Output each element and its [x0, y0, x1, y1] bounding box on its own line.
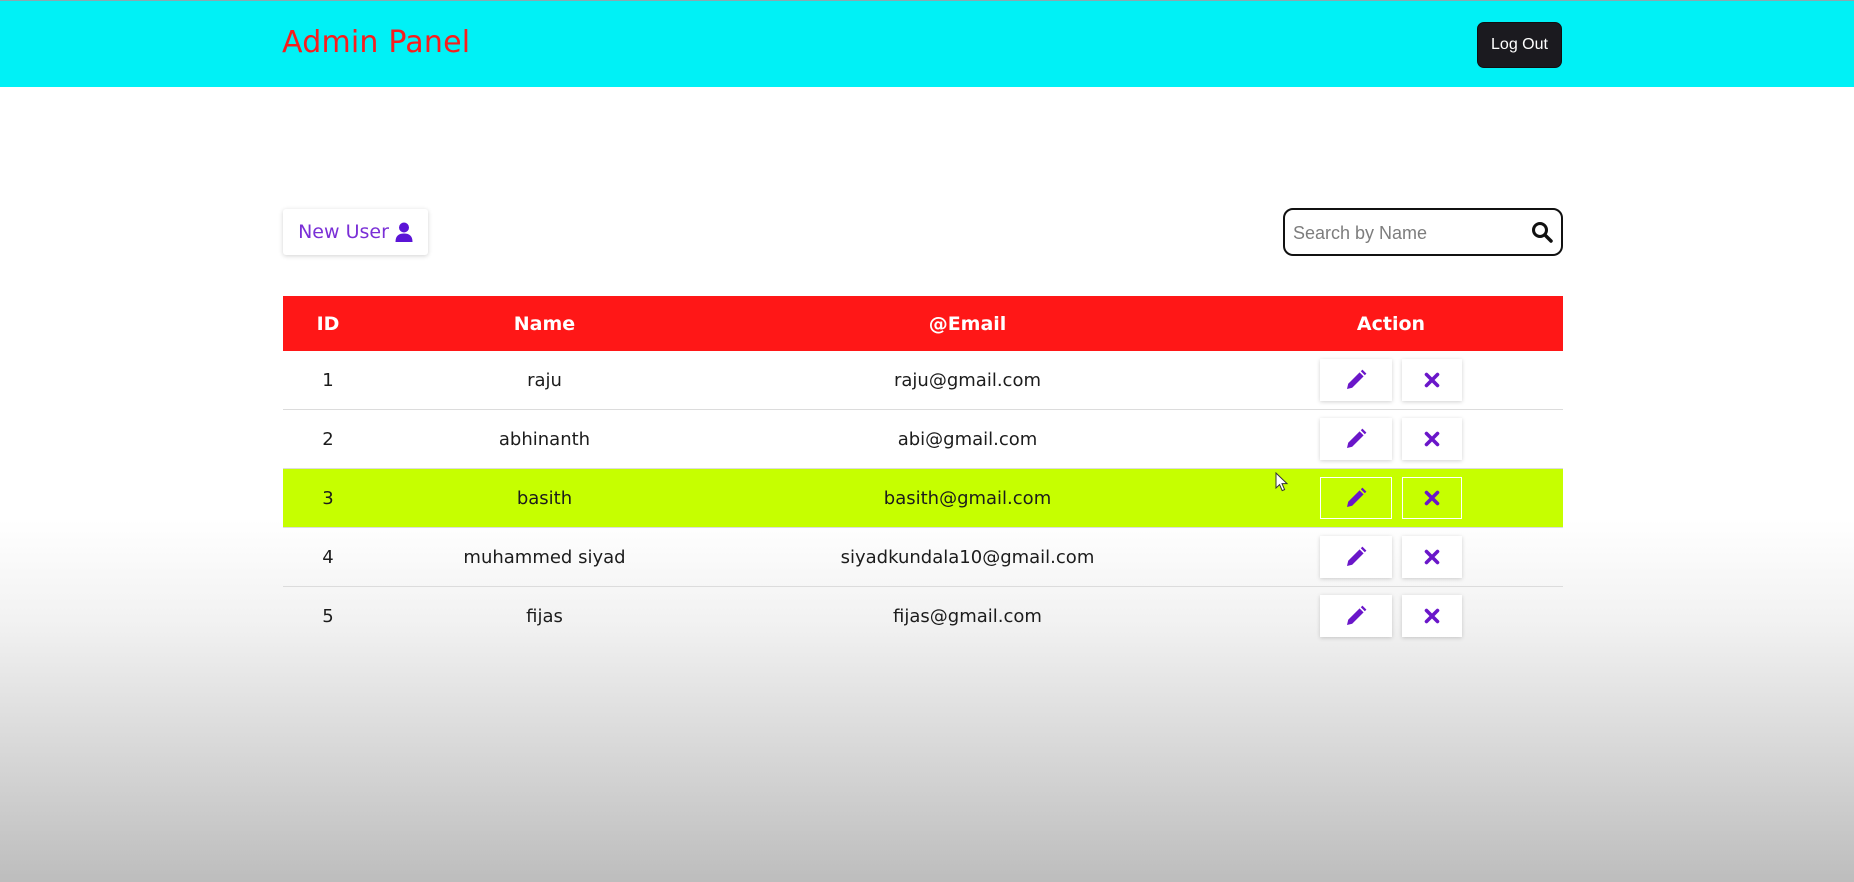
- close-icon: [1424, 372, 1440, 388]
- edit-button[interactable]: [1320, 477, 1392, 519]
- brand-title: Admin Panel: [282, 25, 471, 60]
- table-row: 2 abhinanth abi@gmail.com: [283, 409, 1563, 469]
- pencil-icon: [1347, 369, 1367, 389]
- delete-button[interactable]: [1402, 477, 1462, 519]
- cell-email: basith@gmail.com: [716, 468, 1219, 528]
- pencil-icon: [1347, 605, 1367, 625]
- delete-button[interactable]: [1402, 595, 1462, 637]
- cell-name: raju: [373, 351, 716, 410]
- edit-button[interactable]: [1320, 418, 1392, 460]
- table-row: 1 raju raju@gmail.com: [283, 351, 1563, 410]
- cell-id: 3: [283, 468, 373, 528]
- cell-email: raju@gmail.com: [716, 351, 1219, 410]
- close-icon: [1424, 549, 1440, 565]
- table-row: 3 basith basith@gmail.com: [283, 468, 1563, 528]
- column-header-action: Action: [1356, 312, 1426, 335]
- column-header-email: @Email: [928, 312, 1007, 335]
- column-header-id: ID: [316, 312, 340, 335]
- cell-actions: [1219, 409, 1563, 469]
- column-header-name: Name: [513, 312, 576, 335]
- edit-button[interactable]: [1320, 359, 1392, 401]
- cell-actions: [1219, 527, 1563, 587]
- search-icon[interactable]: [1531, 221, 1553, 243]
- cell-id: 2: [283, 409, 373, 469]
- close-icon: [1424, 431, 1440, 447]
- cell-actions: [1219, 351, 1563, 410]
- cell-email: siyadkundala10@gmail.com: [716, 527, 1219, 587]
- delete-button[interactable]: [1402, 418, 1462, 460]
- close-icon: [1424, 608, 1440, 624]
- edit-button[interactable]: [1320, 536, 1392, 578]
- cell-name: abhinanth: [373, 409, 716, 469]
- delete-button[interactable]: [1402, 359, 1462, 401]
- cell-actions: [1219, 587, 1563, 646]
- pencil-icon: [1347, 487, 1367, 507]
- cell-actions: [1219, 468, 1563, 528]
- table-row: 5 fijas fijas@gmail.com: [283, 587, 1563, 646]
- new-user-button[interactable]: New User: [283, 209, 428, 255]
- search-input[interactable]: [1291, 210, 1525, 256]
- cell-name: fijas: [526, 605, 563, 627]
- mouse-cursor-icon: [1275, 472, 1289, 492]
- users-table: ID Name @Email Action 1 raju raju@gmail.…: [283, 296, 1563, 645]
- delete-button[interactable]: [1402, 536, 1462, 578]
- pencil-icon: [1347, 546, 1367, 566]
- cell-email: fijas@gmail.com: [893, 605, 1042, 627]
- cell-name: basith: [373, 468, 716, 528]
- pencil-icon: [1347, 428, 1367, 448]
- table-row: 4 muhammed siyad siyadkundala10@gmail.co…: [283, 527, 1563, 587]
- edit-button[interactable]: [1320, 595, 1392, 637]
- cell-name: muhammed siyad: [373, 527, 716, 587]
- logout-button[interactable]: Log Out: [1477, 22, 1562, 68]
- cell-id: 1: [283, 351, 373, 410]
- new-user-label: New User: [298, 221, 389, 243]
- cell-id: 5: [322, 605, 334, 627]
- cell-email: abi@gmail.com: [716, 409, 1219, 469]
- search-box: [1283, 208, 1563, 256]
- close-icon: [1424, 490, 1440, 506]
- cell-id: 4: [283, 527, 373, 587]
- user-icon: [395, 222, 413, 242]
- table-header-row: ID Name @Email Action: [283, 296, 1563, 351]
- top-navbar: Admin Panel Log Out: [0, 0, 1854, 87]
